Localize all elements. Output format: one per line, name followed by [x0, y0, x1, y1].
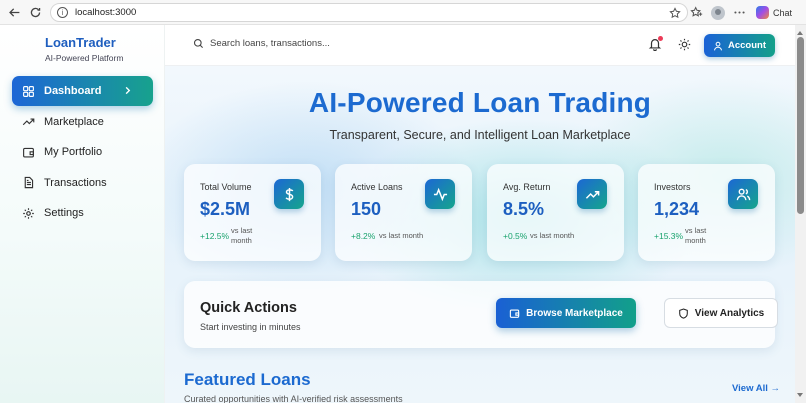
quick-actions-subtitle: Start investing in minutes: [200, 322, 301, 332]
trending-up-icon: [22, 118, 35, 126]
quick-actions-title: Quick Actions: [200, 300, 297, 316]
featured-loans-subtitle: Curated opportunities with AI-verified r…: [184, 394, 403, 403]
address-bar[interactable]: i localhost:3000: [50, 3, 688, 22]
sidebar-item-dashboard[interactable]: Dashboard: [12, 76, 153, 106]
wallet-icon: [23, 147, 34, 158]
page-scrollbar[interactable]: [795, 25, 806, 403]
address-url: localhost:3000: [75, 7, 137, 18]
sidebar-item-marketplace[interactable]: Marketplace: [12, 107, 153, 137]
favorites-icon[interactable]: [690, 6, 703, 19]
stat-comparison: vs last month: [685, 226, 707, 245]
stat-comparison: vs last month: [530, 231, 575, 240]
chat-button[interactable]: Chat: [756, 6, 792, 19]
search-icon: [193, 38, 204, 49]
reload-icon: [30, 7, 40, 17]
profile-avatar[interactable]: [711, 5, 725, 20]
user-icon: [714, 41, 722, 50]
grid-icon: [23, 85, 34, 97]
sidebar-item-label: Marketplace: [44, 115, 104, 128]
stat-card-avg-return: Avg. Return 8.5% +0.5% vs last month: [487, 164, 624, 261]
scroll-down-arrow[interactable]: [797, 393, 803, 397]
sidebar-item-label: Dashboard: [44, 85, 102, 97]
hero-title: AI-Powered Loan Trading: [308, 87, 652, 118]
stat-card-total-volume: Total Volume $2.5M +12.5% vs last month: [184, 164, 321, 261]
trending-up-icon: [585, 190, 599, 199]
main-content: AI-Powered Loan Trading Transparent, Sec…: [165, 66, 795, 403]
stat-label: Total Volume: [200, 182, 252, 192]
wallet-icon: [509, 309, 520, 318]
users-icon: [736, 188, 750, 200]
more-icon[interactable]: [733, 6, 746, 19]
stat-icon-badge: [577, 179, 607, 209]
stat-label: Investors: [654, 182, 691, 192]
sidebar-item-label: Settings: [44, 207, 84, 219]
topbar: Account: [165, 25, 795, 66]
scroll-up-arrow[interactable]: [797, 31, 803, 35]
sidebar-item-label: Transactions: [44, 176, 107, 189]
view-analytics-label: View Analytics: [694, 307, 765, 319]
featured-loans-title: Featured Loans: [184, 370, 311, 389]
account-label: Account: [728, 40, 766, 51]
chat-label: Chat: [773, 7, 793, 18]
brand-name: LoanTrader: [45, 35, 116, 50]
stat-icon-badge: [274, 179, 304, 209]
stat-value: $2.5M: [200, 199, 251, 219]
stat-value: 1,234: [654, 199, 700, 219]
chevron-right-icon: [125, 86, 131, 95]
stat-value: 8.5%: [503, 199, 545, 219]
scrollbar-thumb[interactable]: [797, 37, 804, 214]
activity-icon: [433, 187, 447, 201]
sidebar-item-settings[interactable]: Settings: [12, 198, 153, 228]
notification-badge: [658, 36, 663, 41]
browse-marketplace-label: Browse Marketplace: [526, 307, 623, 319]
stat-change: +12.5%: [200, 231, 230, 241]
brand-tagline: AI-Powered Platform: [45, 53, 124, 63]
search-box[interactable]: [193, 38, 440, 49]
view-analytics-button[interactable]: View Analytics: [664, 298, 778, 328]
stat-icon-badge: [425, 179, 455, 209]
sidebar-item-my-portfolio[interactable]: My Portfolio: [12, 137, 153, 167]
stat-card-investors: Investors 1,234 +15.3% vs last month: [638, 164, 775, 261]
gear-icon: [23, 207, 34, 219]
browse-marketplace-button[interactable]: Browse Marketplace: [496, 298, 636, 328]
browser-toolbar: i localhost:3000 Chat: [0, 0, 806, 25]
sidebar-menu: Dashboard Marketplace My Portfolio Trans…: [12, 76, 153, 229]
stat-change: +15.3%: [654, 231, 684, 241]
stat-value: 150: [351, 199, 382, 219]
stat-icon-badge: [728, 179, 758, 209]
stat-change: +8.2%: [351, 231, 376, 241]
sidebar-item-label: My Portfolio: [44, 146, 103, 158]
account-button[interactable]: Account: [704, 34, 775, 57]
stat-comparison: vs last month: [231, 226, 253, 245]
copilot-icon: [756, 6, 769, 19]
search-input[interactable]: [210, 38, 440, 49]
hero-subtitle: Transparent, Secure, and Intelligent Loa…: [329, 128, 631, 142]
back-button[interactable]: [4, 2, 24, 22]
stat-comparison: vs last month: [379, 231, 424, 240]
brand[interactable]: LoanTrader AI-Powered Platform: [45, 35, 123, 63]
stat-card-active-loans: Active Loans 150 +8.2% vs last month: [335, 164, 472, 261]
stat-change: +0.5%: [503, 231, 528, 241]
shield-icon: [678, 307, 688, 319]
quick-actions-panel: Quick Actions Start investing in minutes…: [184, 281, 778, 348]
sidebar: LoanTrader AI-Powered Platform Dashboard…: [0, 25, 165, 403]
star-icon[interactable]: [669, 7, 681, 19]
sun-icon[interactable]: [678, 38, 691, 51]
view-all-link[interactable]: View All →: [732, 383, 780, 394]
stat-label: Active Loans: [351, 182, 403, 192]
arrow-left-icon: [8, 7, 19, 17]
stat-label: Avg. Return: [503, 182, 551, 192]
reload-button[interactable]: [25, 2, 45, 22]
sidebar-item-transactions[interactable]: Transactions: [12, 168, 153, 198]
document-icon: [24, 176, 34, 189]
site-info-icon[interactable]: i: [57, 7, 68, 18]
dollar-icon: [284, 187, 293, 201]
